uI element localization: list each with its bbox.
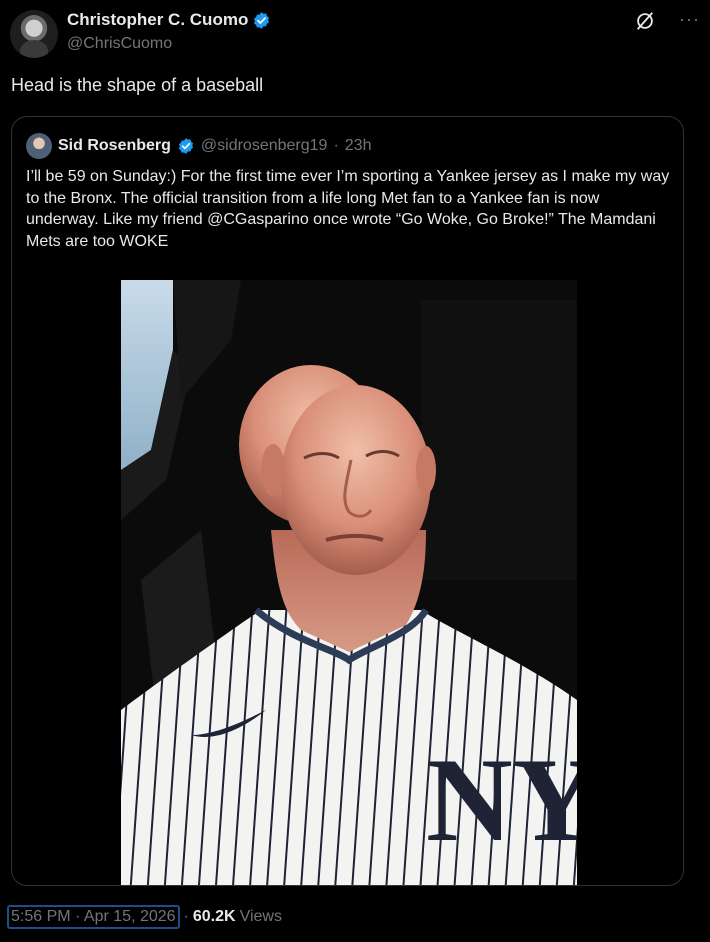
quoted-header: Sid Rosenberg @sidrosenberg19 · 23h [26, 133, 371, 159]
quoted-handle: @sidrosenberg19 [200, 137, 328, 154]
author-handle[interactable]: @ChrisCuomo [67, 35, 172, 53]
quoted-avatar [26, 133, 52, 159]
tweet-footer: 5:56 PM · Apr 15, 2026 · 60.2K Views [7, 905, 282, 929]
svg-text:NY: NY [426, 733, 577, 866]
quoted-separator: · [333, 137, 339, 154]
verified-badge-icon [254, 11, 270, 29]
footer-separator: · [183, 908, 189, 925]
grok-icon[interactable] [634, 10, 656, 32]
timestamp-link[interactable]: 5:56 PM · Apr 15, 2026 [7, 905, 180, 929]
author-name-row: Christopher C. Cuomo [67, 10, 271, 30]
author-display-name[interactable]: Christopher C. Cuomo [67, 10, 248, 30]
photo-illustration: NY [121, 280, 577, 885]
more-icon[interactable]: ··· [679, 10, 700, 28]
quoted-photo[interactable]: NY [121, 280, 577, 885]
verified-badge-icon [178, 138, 193, 154]
views-label: Views [239, 908, 282, 925]
quoted-text: I’ll be 59 on Sunday:) For the first tim… [26, 168, 670, 250]
author-avatar[interactable] [10, 10, 58, 58]
tweet-header: Christopher C. Cuomo @ChrisCuomo ··· [10, 8, 700, 60]
quoted-tweet[interactable]: Sid Rosenberg @sidrosenberg19 · 23h I’ll… [11, 116, 684, 886]
quoted-age: 23h [344, 137, 372, 154]
tweet-text: Head is the shape of a baseball [11, 75, 264, 95]
quoted-display-name: Sid Rosenberg [58, 137, 171, 154]
views-count: 60.2K [192, 908, 236, 925]
